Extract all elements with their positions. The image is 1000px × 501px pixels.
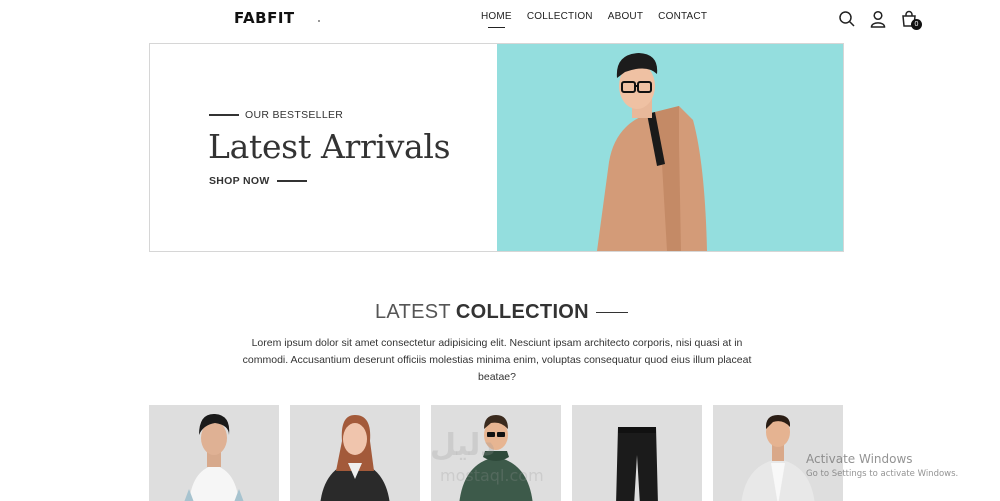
- hero-text-panel: OUR BESTSELLER Latest Arrivals SHOP NOW: [150, 44, 497, 251]
- product-grid: [149, 405, 843, 501]
- shop-now-link[interactable]: SHOP NOW: [209, 175, 307, 187]
- shop-now-line: [276, 180, 307, 182]
- nav-item-home[interactable]: HOME: [481, 11, 512, 28]
- watermark-text: mostaql.com: [440, 466, 544, 485]
- nav-item-collection[interactable]: COLLECTION: [527, 11, 593, 22]
- section-title-bold: COLLECTION: [455, 301, 589, 323]
- eyebrow-line: [209, 114, 239, 116]
- hero-eyebrow: OUR BESTSELLER: [209, 109, 343, 121]
- shop-now-label[interactable]: SHOP NOW: [209, 175, 270, 187]
- watermark-logo: دليل: [430, 428, 496, 463]
- product-card[interactable]: [290, 405, 420, 501]
- nav-item-contact[interactable]: CONTACT: [658, 11, 707, 22]
- watermark: دليل mostaql.com: [430, 428, 544, 485]
- cart-count-badge: 0: [911, 19, 922, 30]
- shopping-bag-icon[interactable]: 0: [900, 10, 922, 30]
- section-title-line: [595, 311, 628, 314]
- product-card[interactable]: [149, 405, 279, 501]
- hero-title: Latest Arrivals: [208, 127, 451, 166]
- activate-windows-overlay: Activate Windows Go to Settings to activ…: [806, 452, 958, 479]
- search-icon[interactable]: [838, 10, 856, 28]
- nav-icons: 0: [838, 10, 922, 30]
- section-title-light: LATEST: [375, 301, 451, 323]
- user-icon[interactable]: [869, 10, 887, 28]
- hero-banner: OUR BESTSELLER Latest Arrivals SHOP NOW: [149, 43, 844, 252]
- nav-item-about[interactable]: ABOUT: [608, 11, 643, 22]
- activate-title: Activate Windows: [806, 452, 913, 466]
- section-description: Lorem ipsum dolor sit amet consectetur a…: [242, 337, 752, 383]
- eyebrow-text: OUR BESTSELLER: [245, 109, 344, 121]
- product-card[interactable]: [572, 405, 702, 501]
- brand-logo[interactable]: FABFIT: [234, 9, 295, 27]
- decorative-dot: [318, 20, 320, 22]
- activate-subtitle: Go to Settings to activate Windows.: [806, 469, 959, 479]
- main-menu: HOME COLLECTION ABOUT CONTACT: [481, 11, 707, 28]
- section-title: LATEST COLLECTION: [375, 301, 628, 324]
- hero-image: [497, 44, 843, 251]
- top-navigation: FABFIT HOME COLLECTION ABOUT CONTACT 0: [0, 0, 1000, 36]
